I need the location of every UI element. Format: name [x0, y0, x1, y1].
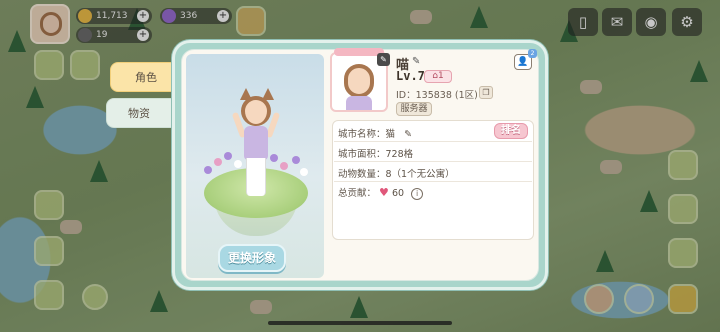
animal-count-value: 8（1个无公寓）	[385, 169, 455, 180]
info-icon[interactable]: i	[411, 187, 424, 200]
character-body	[244, 126, 268, 160]
zone-value: (1区)	[454, 90, 478, 101]
contribution-row: 总贡献： ♥ 60 i	[338, 185, 424, 200]
contribution-value: 60	[391, 188, 405, 199]
city-area-row: 城市面积：728格	[338, 146, 413, 160]
id-label: ID：	[396, 90, 416, 101]
copy-id-button[interactable]: ❐	[479, 86, 493, 99]
pencil-icon: ✎	[380, 55, 387, 64]
contribution-label: 总贡献：	[338, 188, 377, 199]
row-divider	[334, 161, 532, 162]
player-id: ID：135838 (1区)	[396, 87, 478, 101]
city-area-value: 728格	[385, 149, 414, 160]
home-count-badge: ⌂1	[424, 70, 452, 83]
ranking-button[interactable]: 排名	[494, 123, 528, 139]
animal-count-row: 动物数量：8（1个无公寓）	[338, 166, 455, 180]
city-area-label: 城市面积：	[338, 149, 386, 160]
city-name-value: 猫	[385, 129, 396, 140]
city-name-label: 城市名称：	[338, 129, 386, 140]
row-divider	[334, 181, 532, 182]
server-button[interactable]: 服务器	[396, 102, 432, 116]
tab-supplies[interactable]: 物资	[106, 98, 172, 128]
home-count: 1	[437, 71, 444, 81]
player-level: Lv.7	[396, 69, 425, 83]
edit-city-name-button[interactable]: ✎	[404, 129, 412, 140]
row-divider	[334, 141, 532, 142]
animal-count-label: 动物数量：	[338, 169, 386, 180]
character-head	[241, 96, 271, 126]
change-appearance-button[interactable]: 更换形象	[218, 244, 286, 272]
id-value: 135838	[415, 90, 452, 101]
pencil-icon: ✎	[412, 56, 421, 67]
edit-name-button[interactable]: ✎	[412, 56, 420, 67]
city-name-row: 城市名称：猫 ✎	[338, 126, 412, 140]
character-legs	[246, 158, 266, 196]
copy-icon: ❐	[482, 88, 490, 97]
edit-avatar-button[interactable]: ✎	[377, 53, 390, 66]
heart-icon: ♥	[379, 186, 389, 199]
person-icon: 👤	[517, 57, 529, 67]
home-indicator[interactable]	[268, 321, 452, 325]
notification-badge: 2	[528, 49, 537, 58]
